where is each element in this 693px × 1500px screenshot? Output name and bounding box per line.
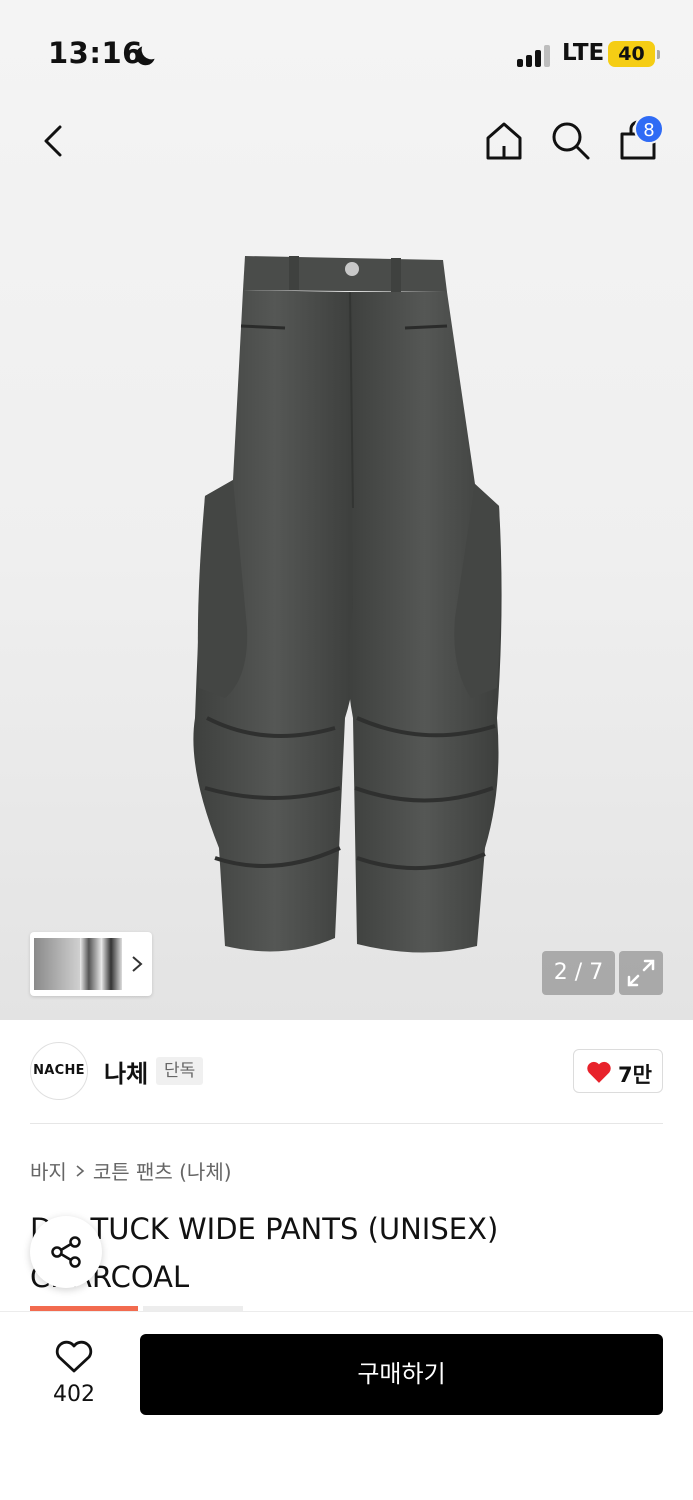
share-button[interactable] <box>30 1216 102 1288</box>
thumbnail-2[interactable] <box>80 938 102 990</box>
divider <box>30 1123 663 1124</box>
home-icon <box>486 122 522 160</box>
product-hero: 13:16 LTE 40 8 2 / 7 <box>0 0 693 1020</box>
chevron-right-icon <box>76 1164 85 1177</box>
status-time: 13:16 <box>48 36 143 70</box>
moon-icon <box>135 46 155 66</box>
exclusive-badge: 단독 <box>156 1057 204 1085</box>
gallery-counter: 2 / 7 <box>542 951 615 995</box>
home-button[interactable] <box>480 116 528 164</box>
breadcrumb: 바지 코튼 팬츠 (나체) <box>30 1156 232 1185</box>
thumbnail-strip[interactable] <box>30 932 152 996</box>
breadcrumb-subcategory[interactable]: 코튼 팬츠 (나체) <box>93 1156 232 1185</box>
thumbnail-3[interactable] <box>102 938 122 990</box>
battery-cap <box>657 50 660 59</box>
battery-indicator: 40 <box>608 41 655 67</box>
wishlist-count: 402 <box>53 1382 95 1407</box>
product-title: D… TUCK WIDE PANTS (UNISEX) CHARCOAL <box>30 1212 499 1294</box>
expand-icon <box>627 959 655 987</box>
heart-filled-icon <box>587 1061 611 1083</box>
share-icon <box>51 1236 81 1268</box>
breadcrumb-category[interactable]: 바지 <box>30 1156 67 1185</box>
back-button[interactable] <box>30 117 78 165</box>
network-label: LTE <box>562 40 605 66</box>
status-bar: 13:16 LTE 40 <box>0 0 693 100</box>
brand-like-count: 7만 <box>618 1063 652 1087</box>
wishlist-button[interactable]: 402 <box>36 1336 112 1416</box>
cart-count-badge: 8 <box>634 114 664 144</box>
buy-button[interactable]: 구매하기 <box>140 1334 663 1415</box>
search-button[interactable] <box>546 116 594 164</box>
signal-icon <box>517 45 551 67</box>
search-icon <box>552 122 590 160</box>
chevron-left-icon <box>44 125 62 157</box>
thumbnail-1[interactable] <box>34 938 80 990</box>
heart-outline-icon <box>55 1340 93 1373</box>
expand-button[interactable] <box>619 951 663 995</box>
brand-logo[interactable]: NACHE <box>30 1042 88 1100</box>
product-image[interactable] <box>185 248 505 964</box>
brand-like-button[interactable]: 7만 <box>573 1049 663 1093</box>
brand-name[interactable]: 나체 <box>104 1054 148 1089</box>
chevron-right-icon <box>132 956 143 972</box>
